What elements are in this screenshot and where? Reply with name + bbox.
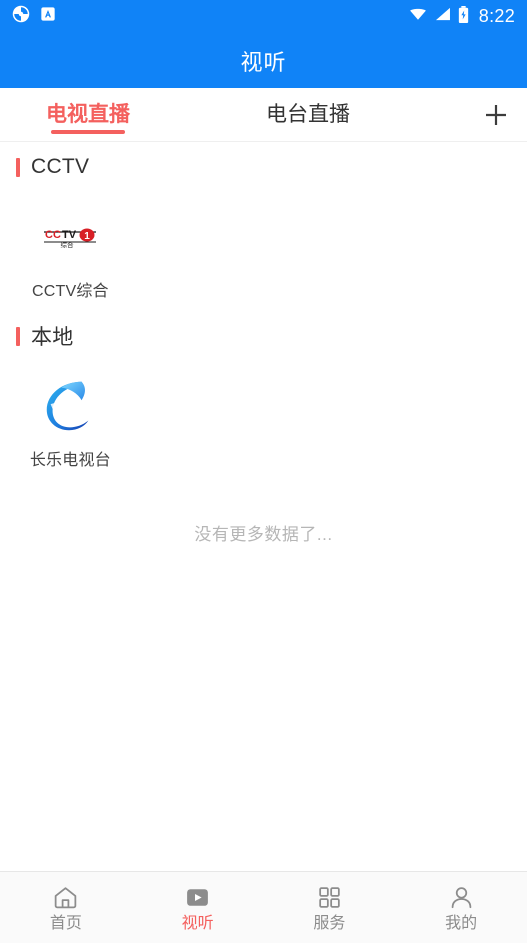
bottom-navigation: 首页 视听 服务 我的 [0,871,527,943]
person-icon [448,884,475,911]
channel-grid-cctv: CC TV 1 综合 CCTV综合 [0,188,527,311]
tab-radio-live[interactable]: 电台直播 [220,88,396,141]
app-root: 8:22 视听 电视直播 电台直播 CCTV CC TV 1 综合 CCTV综合… [0,0,527,943]
grid-apps-icon [316,884,343,911]
home-icon [52,884,79,911]
tab-radio-live-label: 电台直播 [266,103,350,126]
wifi-icon [409,7,427,26]
channel-item-changle-tv[interactable]: 长乐电视台 [6,357,135,480]
nav-item-home[interactable]: 首页 [0,884,132,932]
page-header: 视听 [0,33,527,88]
status-bar-right-icons: 8:22 [409,5,515,28]
nav-item-video[interactable]: 视听 [132,884,264,932]
no-more-data-hint: 没有更多数据了... [194,525,333,545]
channel-list: CCTV CC TV 1 综合 CCTV综合 本地 长乐电视台 没有更多数据了.… [0,142,527,871]
svg-text:TV: TV [62,229,77,241]
signal-icon [434,7,451,26]
play-video-icon [184,884,211,911]
channel-name-changle-tv: 长乐电视台 [29,452,111,470]
tab-bar: 电视直播 电台直播 [0,88,527,142]
add-channel-button[interactable] [465,88,527,141]
nav-item-service[interactable]: 服务 [264,884,396,932]
channel-item-cctv1[interactable]: CC TV 1 综合 CCTV综合 [6,188,135,311]
tab-tv-live-label: 电视直播 [46,103,130,126]
a-badge-icon [40,6,56,27]
channel-name-cctv1: CCTV综合 [31,283,109,300]
channel-grid-local: 长乐电视台 [0,357,527,480]
svg-text:1: 1 [85,231,91,242]
nav-label-mine: 我的 [445,914,478,932]
status-bar-clock: 8:22 [478,6,515,26]
tab-active-indicator [51,130,125,134]
nav-label-service: 服务 [313,914,346,932]
plus-icon [482,101,510,129]
svg-text:CC: CC [45,229,61,241]
section-accent-bar [16,157,20,177]
section-header-cctv: CCTV [0,146,527,188]
changle-tv-logo [39,375,101,437]
section-title-cctv: CCTV [31,155,90,178]
nav-label-video: 视听 [181,914,214,932]
section-title-local: 本地 [31,326,74,350]
tab-tv-live[interactable]: 电视直播 [0,88,176,141]
section-header-local: 本地 [0,315,527,357]
nav-item-mine[interactable]: 我的 [395,884,527,932]
svg-text:综合: 综合 [61,240,75,249]
page-title: 视听 [240,49,287,75]
status-bar-left-icons [12,5,56,28]
cctv1-logo: CC TV 1 综合 [39,206,101,268]
section-accent-bar [16,326,20,346]
battery-charging-icon [458,5,469,28]
app-notification-icon [12,5,30,28]
nav-label-home: 首页 [49,914,82,932]
status-bar: 8:22 [0,0,527,33]
